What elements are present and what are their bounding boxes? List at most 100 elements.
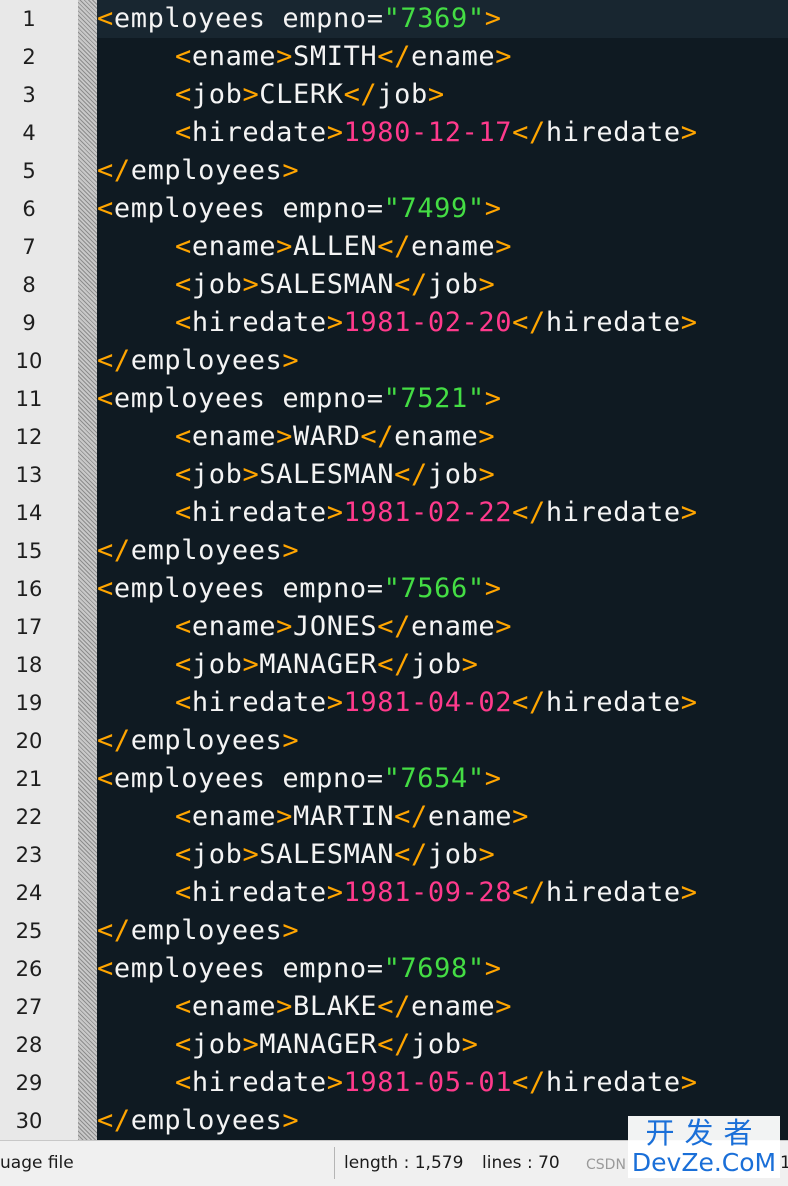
line-content[interactable]: <employees empno="7499"> [97,190,788,228]
close-bracket: > [242,839,260,870]
element-value: JONES [293,611,378,642]
line-content[interactable]: <job>CLERK</job> [97,76,788,114]
attribute-name: empno [282,573,367,604]
code-line: 5 </employees> [0,152,788,190]
line-content[interactable]: </employees> [97,152,788,190]
open-bracket: < [175,79,192,110]
line-content[interactable]: <hiredate>1981-05-01</hiredate> [97,1064,788,1102]
line-number: 28 [15,1033,43,1057]
open-end-bracket: </ [512,1067,546,1098]
line-content[interactable]: <ename>SMITH</ename> [97,38,788,76]
element-value: SALESMAN [259,839,395,870]
line-number: 1 [22,7,36,31]
line-content[interactable]: </employees> [97,532,788,570]
line-content[interactable]: <hiredate>1981-02-20</hiredate> [97,304,788,342]
open-end-bracket: </ [512,497,546,528]
close-bracket: > [276,421,293,452]
open-end-bracket: </ [377,41,411,72]
code-line: 7 <ename>ALLEN</ename> [0,228,788,266]
close-bracket: > [478,421,496,452]
close-bracket: > [242,1029,260,1060]
close-bracket: > [680,117,698,148]
code-line: 17 <ename>JONES</ename> [0,608,788,646]
line-content[interactable]: <employees empno="7698"> [97,950,788,988]
element-value: SALESMAN [259,459,395,490]
line-content[interactable]: <ename>JONES</ename> [97,608,788,646]
line-content[interactable]: <ename>WARD</ename> [97,418,788,456]
open-end-bracket: </ [377,611,411,642]
open-end-bracket: </ [377,649,412,680]
line-content[interactable]: <employees empno="7369"> [97,0,788,38]
attribute-value: "7698" [383,953,485,984]
open-end-bracket: </ [360,421,395,452]
code-line: 1 <employees empno="7369"> [0,0,788,38]
equals: = [366,763,384,794]
open-end-bracket: </ [343,79,378,110]
tag-name: hiredate [191,497,327,528]
close-bracket: > [427,79,445,110]
tag-name: hiredate [191,117,327,148]
equals: = [366,3,384,34]
line-content[interactable]: <hiredate>1980-12-17</hiredate> [97,114,788,152]
line-content[interactable]: <employees empno="7566"> [97,570,788,608]
code-line: 11 <employees empno="7521"> [0,380,788,418]
line-content[interactable]: <ename>MARTIN</ename> [97,798,788,836]
open-bracket: < [97,383,114,414]
line-content[interactable]: </employees> [97,722,788,760]
tag-name: ename [411,41,496,72]
line-number: 10 [15,349,43,373]
line-number: 7 [22,235,36,259]
open-bracket: < [175,117,192,148]
close-bracket: > [326,877,344,908]
open-end-bracket: </ [394,839,428,870]
line-content[interactable]: <ename>ALLEN</ename> [97,228,788,266]
tag-name: hiredate [545,1067,681,1098]
line-content[interactable]: </employees> [97,342,788,380]
close-bracket: > [242,649,260,680]
tag-name: employees [130,535,283,566]
open-end-bracket: </ [377,991,411,1022]
open-bracket: < [175,1067,192,1098]
line-content[interactable]: <employees empno="7654"> [97,760,788,798]
close-bracket: > [680,1067,698,1098]
line-content[interactable]: <job>MANAGER</job> [97,646,788,684]
open-bracket: < [175,649,192,680]
line-content[interactable]: <job>MANAGER</job> [97,1026,788,1064]
attribute-name: empno [282,763,367,794]
line-content[interactable]: <employees empno="7521"> [97,380,788,418]
status-lines: lines : 70 [482,1153,560,1173]
code-line: 13 <job>SALESMAN</job> [0,456,788,494]
open-bracket: < [175,611,192,642]
tag-name: job [427,269,479,300]
line-content[interactable]: <hiredate>1981-02-22</hiredate> [97,494,788,532]
line-content[interactable]: <job>SALESMAN</job> [97,456,788,494]
open-bracket: < [175,421,192,452]
status-right-fragment: 1 [780,1153,788,1173]
close-bracket: > [282,915,300,946]
open-bracket: < [97,953,114,984]
line-content[interactable]: <hiredate>1981-04-02</hiredate> [97,684,788,722]
line-number: 29 [15,1071,43,1095]
code-line: 15 </employees> [0,532,788,570]
tag-name: ename [191,611,277,642]
line-content[interactable]: <ename>BLAKE</ename> [97,988,788,1026]
tag-name: employees [113,3,266,34]
tag-name: ename [427,801,513,832]
open-end-bracket: </ [394,269,428,300]
tag-name: hiredate [191,1067,327,1098]
line-content[interactable]: <job>SALESMAN</job> [97,836,788,874]
open-bracket: < [175,307,192,338]
tag-name: employees [130,725,283,756]
element-value: CLERK [259,79,344,110]
line-content[interactable]: <job>SALESMAN</job> [97,266,788,304]
close-bracket: > [326,307,344,338]
line-number: 12 [15,425,43,449]
line-content[interactable]: </employees> [97,912,788,950]
status-length: length : 1,579 [344,1153,464,1173]
tag-name: job [377,79,428,110]
close-bracket: > [484,383,502,414]
tag-name: employees [130,1105,283,1136]
line-content[interactable]: <hiredate>1981-09-28</hiredate> [97,874,788,912]
